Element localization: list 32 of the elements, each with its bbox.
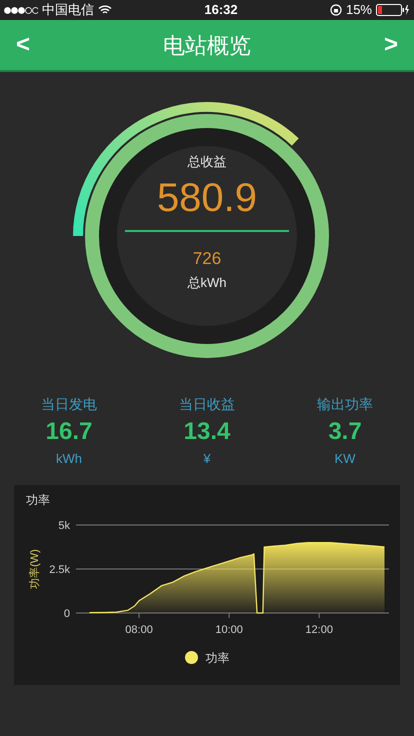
y-tick-label: 2.5k [49,564,70,576]
stat-unit: kWh [56,450,82,468]
forward-button[interactable]: > [384,27,398,63]
rotation-lock-icon [330,4,342,16]
chart-title: 功率 [26,492,50,508]
page-title: 电站概览 [163,32,251,60]
y-axis-title: 功率(W) [29,548,41,588]
stat-value: 16.7 [46,417,92,447]
clock-time: 16:32 [204,1,238,20]
carrier-name: 中国电信 [42,1,94,20]
back-button[interactable]: < [16,27,30,63]
x-tick-label: 08:00 [125,624,153,636]
total-income-value: 580.9 [156,176,258,220]
stat-label: 当日收益 [179,395,235,414]
total-income-label: 总收益 [188,153,226,171]
wifi-icon [98,5,112,15]
signal-icon [4,6,38,14]
stat-label: 当日发电 [41,395,97,414]
x-tick-label: 10:00 [215,624,243,636]
y-tick-label: 5k [58,520,70,532]
stat-unit: ¥ [203,450,211,468]
battery-icon [376,4,410,16]
y-tick-label: 0 [64,608,70,620]
total-kwh-label: 总kWh [188,274,226,292]
total-kwh-value: 726 [192,248,222,270]
battery-percent: 15% [346,1,372,20]
stat-unit: KW [334,450,356,468]
stat-value: 13.4 [184,417,230,447]
stat-value: 3.7 [328,417,362,447]
x-tick-label: 12:00 [305,624,333,636]
stat-label: 输出功率 [317,395,373,414]
legend-label: 功率 [206,650,230,666]
